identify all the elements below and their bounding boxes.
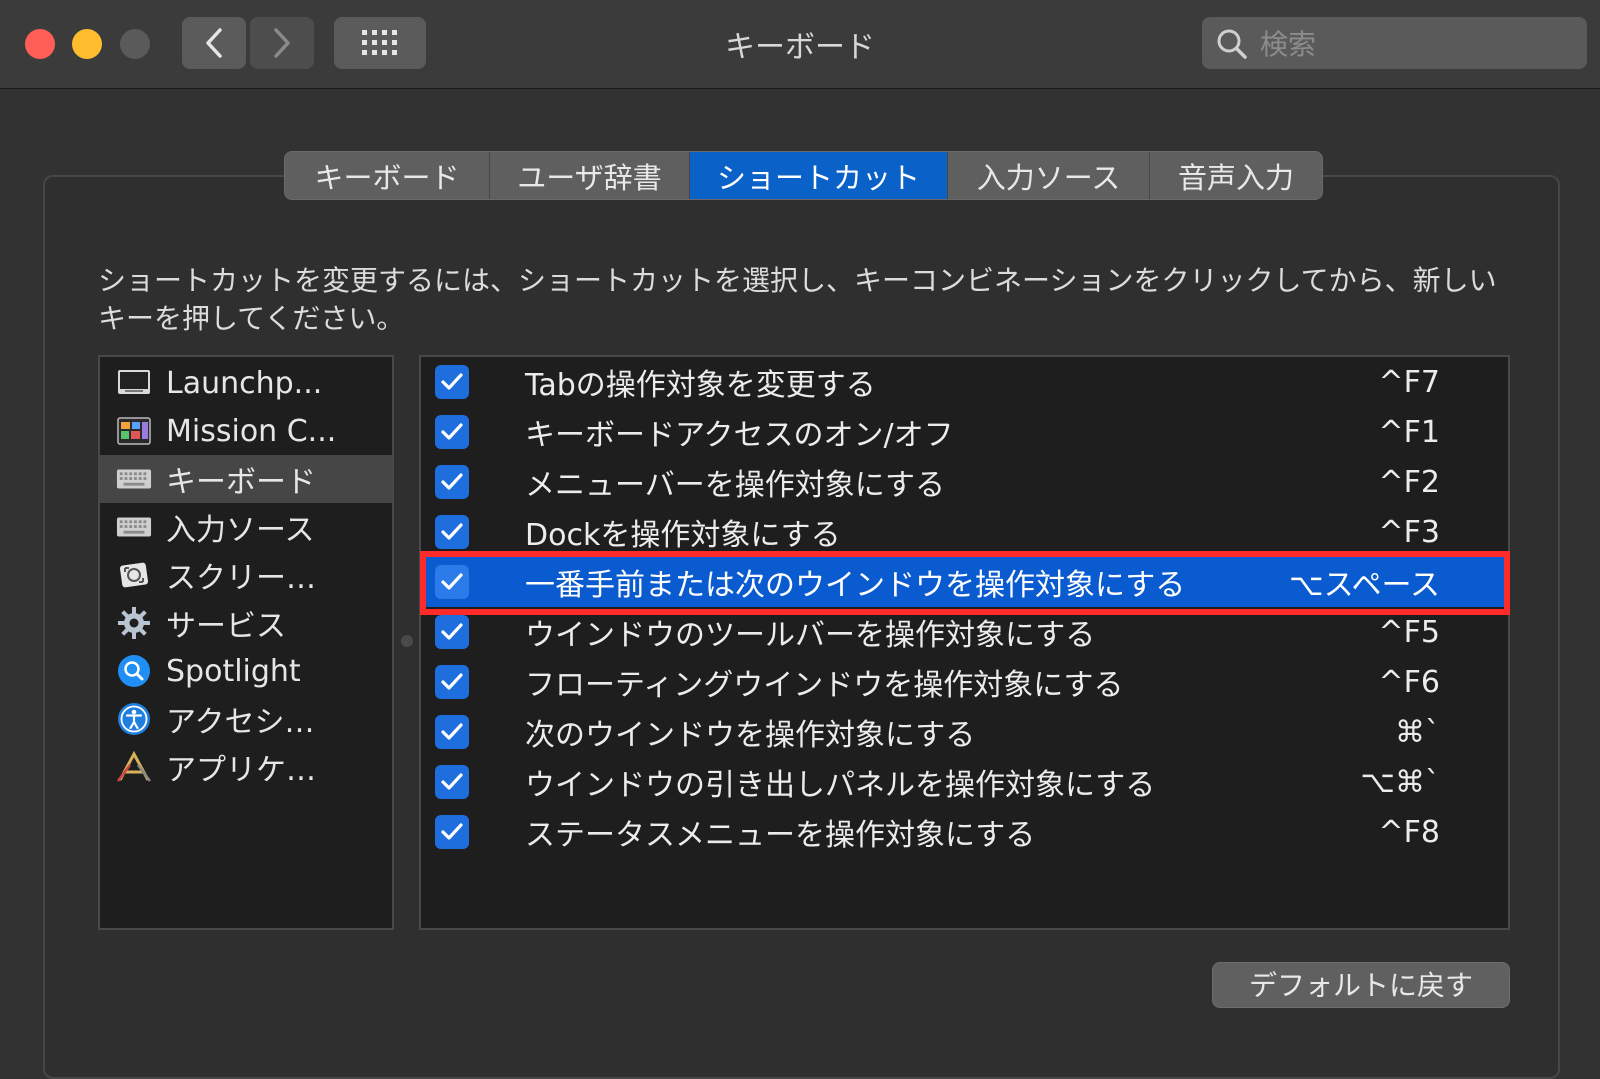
shortcut-checkbox[interactable] [435,565,469,599]
shortcut-checkbox[interactable] [435,715,469,749]
checkmark-icon [441,673,463,690]
checkmark-icon [441,623,463,640]
checkmark-icon [441,823,463,840]
split-view-divider[interactable] [401,635,413,647]
shortcut-key[interactable]: ^F2 [1379,465,1440,500]
shortcut-row[interactable]: フローティングウインドウを操作対象にする ^F6 [421,657,1508,707]
shortcut-key[interactable]: ^F6 [1379,665,1440,700]
shortcut-checkbox[interactable] [435,515,469,549]
keyboard-icon [116,463,152,495]
shortcut-checkbox[interactable] [435,365,469,399]
shortcut-label: Dockを操作対象にする [525,518,841,553]
shortcut-label: キーボードアクセスのオン/オフ [525,418,954,453]
shortcut-label: 一番手前または次のウインドウを操作対象にする [525,568,1186,603]
shortcut-label: Tabの操作対象を変更する [525,368,876,403]
shortcut-row-selected[interactable]: 一番手前または次のウインドウを操作対象にする ⌥スペース [421,557,1508,607]
shortcut-label: ウインドウのツールバーを操作対象にする [525,618,1096,653]
shortcut-key[interactable]: ⌥スペース [1289,560,1440,604]
shortcut-key[interactable]: ^F7 [1379,365,1440,400]
shortcut-checkbox[interactable] [435,815,469,849]
launchpad-icon [116,367,152,399]
tab-dictation[interactable]: 音声入力 [1150,152,1322,199]
search-input[interactable] [1258,25,1572,63]
category-item-mission-control[interactable]: Mission C... [100,407,392,455]
gear-icon [116,607,152,639]
shortcut-row[interactable]: ステータスメニューを操作対象にする ^F8 [421,807,1508,857]
shortcut-row[interactable]: キーボードアクセスのオン/オフ ^F1 [421,407,1508,457]
checkmark-icon [441,573,463,590]
checkmark-icon [441,373,463,390]
shortcut-checkbox[interactable] [435,615,469,649]
restore-defaults-button[interactable]: デフォルトに戻す [1212,962,1510,1008]
shortcut-row[interactable]: 次のウインドウを操作対象にする ⌘` [421,707,1508,757]
checkmark-icon [441,473,463,490]
shortcut-checkbox[interactable] [435,415,469,449]
shortcut-table[interactable]: Tabの操作対象を変更する ^F7 キーボードアクセスのオン/オフ ^F1 メニ… [419,355,1510,930]
category-item-keyboard[interactable]: キーボード [100,455,392,503]
shortcut-label: ステータスメニューを操作対象にする [525,818,1036,853]
shortcut-checkbox[interactable] [435,465,469,499]
category-item-input-sources[interactable]: 入力ソース [100,503,392,551]
shortcut-label: フローティングウインドウを操作対象にする [525,668,1124,703]
shortcut-row[interactable]: ウインドウのツールバーを操作対象にする ^F5 [421,607,1508,657]
shortcut-label: メニューバーを操作対象にする [525,468,945,503]
title-bar: キーボード [0,0,1600,89]
category-item-launchpad[interactable]: Launchp... [100,359,392,407]
shortcut-key[interactable]: ^F5 [1379,615,1440,650]
shortcut-key[interactable]: ⌘` [1395,715,1440,750]
search-field[interactable] [1202,17,1587,69]
shortcut-label: ウインドウの引き出しパネルを操作対象にする [525,768,1156,803]
checkmark-icon [441,723,463,740]
accessibility-icon [116,703,152,735]
shortcut-row[interactable]: Dockを操作対象にする ^F3 [421,507,1508,557]
tab-input-sources[interactable]: 入力ソース [948,152,1150,199]
mission-control-icon [116,415,152,447]
shortcut-key[interactable]: ^F1 [1379,415,1440,450]
instruction-text: ショートカットを変更するには、ショートカットを選択し、キーコンビネーションをクリ… [98,264,1497,335]
tab-bar: キーボード ユーザ辞書 ショートカット 入力ソース 音声入力 [284,151,1323,200]
category-item-screenshots[interactable]: スクリー… [100,551,392,599]
category-item-services[interactable]: サービス [100,599,392,647]
app-shortcuts-icon [116,751,152,783]
shortcut-key[interactable]: ^F3 [1379,515,1440,550]
shortcut-label: 次のウインドウを操作対象にする [525,718,976,753]
shortcut-row[interactable]: ウインドウの引き出しパネルを操作対象にする ⌥⌘` [421,757,1508,807]
shortcut-key[interactable]: ^F8 [1379,815,1440,850]
screenshot-icon [116,559,152,591]
checkmark-icon [441,423,463,440]
shortcut-key[interactable]: ⌥⌘` [1360,765,1440,800]
shortcut-checkbox[interactable] [435,665,469,699]
category-item-app-shortcuts[interactable]: アプリケ… [100,743,392,791]
tab-shortcuts[interactable]: ショートカット [690,152,948,199]
shortcut-checkbox[interactable] [435,765,469,799]
category-item-accessibility[interactable]: アクセシ… [100,695,392,743]
tab-keyboard[interactable]: キーボード [285,152,490,199]
shortcut-row[interactable]: Tabの操作対象を変更する ^F7 [421,357,1508,407]
shortcut-row[interactable]: メニューバーを操作対象にする ^F2 [421,457,1508,507]
spotlight-icon [116,655,152,687]
input-source-icon [116,511,152,543]
tab-user-dictionary[interactable]: ユーザ辞書 [490,152,690,199]
category-item-spotlight[interactable]: Spotlight [100,647,392,695]
checkmark-icon [441,523,463,540]
search-icon [1217,29,1247,59]
checkmark-icon [441,773,463,790]
category-list[interactable]: Launchp... Mission C... キーボード 入力ソース スクリー… [98,355,394,930]
